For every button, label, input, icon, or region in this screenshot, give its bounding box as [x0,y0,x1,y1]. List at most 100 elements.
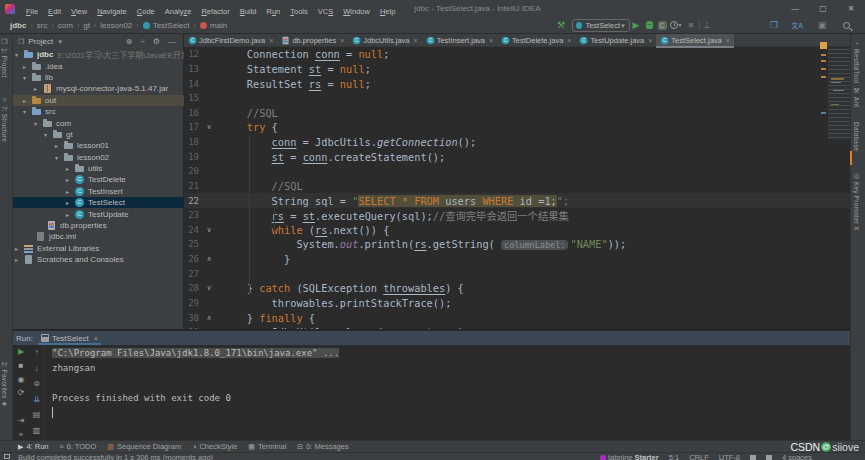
tab-close-icon[interactable]: × [648,37,652,44]
tree-arrow-icon[interactable]: ▸ [23,97,32,104]
project-panel-title[interactable]: Project [28,37,53,46]
tool-window-button[interactable]: ⊟0: Messages [297,442,348,451]
breadcrumb-item[interactable]: com› [58,21,83,30]
code-minimap[interactable] [828,48,850,140]
console-output[interactable]: "C:\Program Files\Java\jdk1.8.0_171\bin\… [45,345,850,441]
inspection-indicator[interactable] [820,42,827,49]
editor-tab[interactable]: TestSelect.java× [656,34,734,47]
menu-item[interactable]: Build [235,7,262,16]
breadcrumb-item[interactable]: jdbc› [10,21,37,30]
tree-row[interactable]: ▾jdbcE:\2021学习\大三下学期\JavaEE开发\my [13,49,184,60]
tool-window-button[interactable]: ▶4: Run [18,442,49,451]
menu-item[interactable]: Run [261,7,285,16]
settings-icon[interactable]: ⚙ [153,37,160,46]
tool-button[interactable]: ◎Key Promoter X [853,172,860,231]
tree-row[interactable]: ▾lib [13,72,184,83]
tab-close-icon[interactable]: × [567,37,571,44]
hide-panel-icon[interactable]: — [168,37,176,46]
breadcrumb-item[interactable]: main [200,21,235,30]
tree-arrow-icon[interactable]: ▾ [23,74,32,81]
menu-item[interactable]: VCS [313,7,338,16]
tree-row[interactable]: jdbc.iml [13,231,184,242]
toolwindow-switcher-icon[interactable] [4,454,10,459]
fold-icon[interactable]: ∧ [199,255,219,263]
tool-window-button[interactable]: ▥Sequence Diagram [107,442,181,451]
encoding[interactable]: UTF-8 [719,453,740,460]
menu-item[interactable]: View [66,7,92,16]
tree-row[interactable]: ▸TestSelect [13,197,184,208]
restore-layout-icon[interactable]: ◉ [18,372,25,386]
tree-row[interactable]: ▾gt [13,129,184,140]
locate-file-icon[interactable]: ⊕ [126,37,133,46]
lock-icon[interactable] [750,455,756,460]
indent-setting[interactable]: 4 spaces [782,453,812,460]
tab-close-icon[interactable]: × [269,37,273,44]
menu-item[interactable]: Analyze [160,7,197,16]
tree-row[interactable]: ▸TestUpdate [13,208,184,219]
tool-button[interactable]: ⚒Ant [853,87,860,107]
menu-item[interactable]: Help [375,7,400,16]
tree-arrow-icon[interactable]: ▸ [15,245,24,252]
editor-tab[interactable]: JdbcFirstDemo.java× [184,34,277,47]
minimize-button[interactable]: — [781,4,809,13]
menu-item[interactable]: Edit [43,7,66,16]
tree-arrow-icon[interactable]: ▾ [23,108,32,115]
tool-button-project[interactable]: ❐1: Project [1,38,8,77]
tree-arrow-icon[interactable]: ▸ [55,142,64,149]
editor-tab[interactable]: TestUpdate.java× [575,34,656,47]
editor-tab[interactable]: db.properties× [277,34,348,47]
tree-row[interactable]: ▸out [13,95,184,106]
menu-item[interactable]: File [21,7,43,16]
scroll-end-icon[interactable]: ⇊ [33,392,40,408]
tree-arrow-icon[interactable]: ▾ [15,51,24,58]
rerun-icon[interactable]: ▶ [18,345,24,359]
down-stack-icon[interactable]: ↓ [35,361,39,377]
breadcrumb-item[interactable]: gt› [83,21,100,30]
menu-item[interactable]: Window [338,7,375,16]
tool-button-structure[interactable]: ⌗7: Structure [1,96,8,142]
code-area[interactable]: 12 Connection conn = null;13 Statement s… [184,47,850,329]
tree-arrow-icon[interactable]: ▸ [34,85,43,92]
tool-window-button[interactable]: ≡6: TODO [60,442,97,451]
tree-row[interactable]: ▸External Libraries [13,243,184,254]
tree-arrow-icon[interactable]: ▸ [66,188,75,195]
clear-icon[interactable]: ▥ [33,423,41,439]
print-icon[interactable]: ▤ [33,407,41,423]
tab-close-icon[interactable]: × [726,37,730,44]
tool-button-favorites[interactable]: 2: Favorites★ [1,362,8,408]
tree-arrow-icon[interactable]: ▸ [66,176,75,183]
tab-close-icon[interactable]: × [489,37,493,44]
more-icon[interactable]: » [19,427,23,441]
up-stack-icon[interactable]: ↑ [35,345,39,361]
tree-arrow-icon[interactable]: ▸ [66,199,75,206]
collapse-all-icon[interactable]: ÷ [140,37,144,46]
menu-item[interactable]: Tools [285,7,313,16]
breadcrumb-item[interactable]: TestSelect› [143,21,200,30]
tree-row[interactable]: ▸.idea [13,60,184,71]
inspector-icon[interactable] [766,455,772,460]
tree-row[interactable]: ▾com [13,117,184,128]
run-tab-close-icon[interactable]: × [94,335,98,342]
close-button[interactable]: ✕ [837,4,865,13]
tree-arrow-icon[interactable]: ▸ [23,63,32,70]
tree-arrow-icon[interactable]: ▾ [55,154,64,161]
tree-row[interactable]: ▸utils [13,163,184,174]
tree-row[interactable]: ▸Scratches and Consoles [13,254,184,265]
tab-close-icon[interactable]: × [414,37,418,44]
caret-position[interactable]: 5:1 [669,453,679,460]
tree-row[interactable]: ▸TestInsert [13,186,184,197]
tree-row[interactable]: ▸lesson01 [13,140,184,151]
tool-window-button[interactable]: ▦Terminal [248,442,286,451]
stop-icon[interactable]: ■ [19,359,24,373]
editor-tab[interactable]: TestDelete.java× [497,34,575,47]
tabnine-widget[interactable]: tabnineStarter [600,453,659,460]
tool-window-button[interactable]: ◑CheckStyle [192,442,237,451]
fold-icon[interactable]: ∧ [199,314,219,322]
run-tab[interactable]: TestSelect× [38,331,101,345]
tree-row[interactable]: ▾lesson02 [13,152,184,163]
fold-icon[interactable]: ∨ [199,284,219,292]
fold-icon[interactable]: ∨ [199,226,219,234]
pin-tab-icon[interactable]: ⇥ [18,414,25,428]
editor-tab[interactable]: JdbcUtils.java× [348,34,421,47]
menu-item[interactable]: Code [132,7,160,16]
